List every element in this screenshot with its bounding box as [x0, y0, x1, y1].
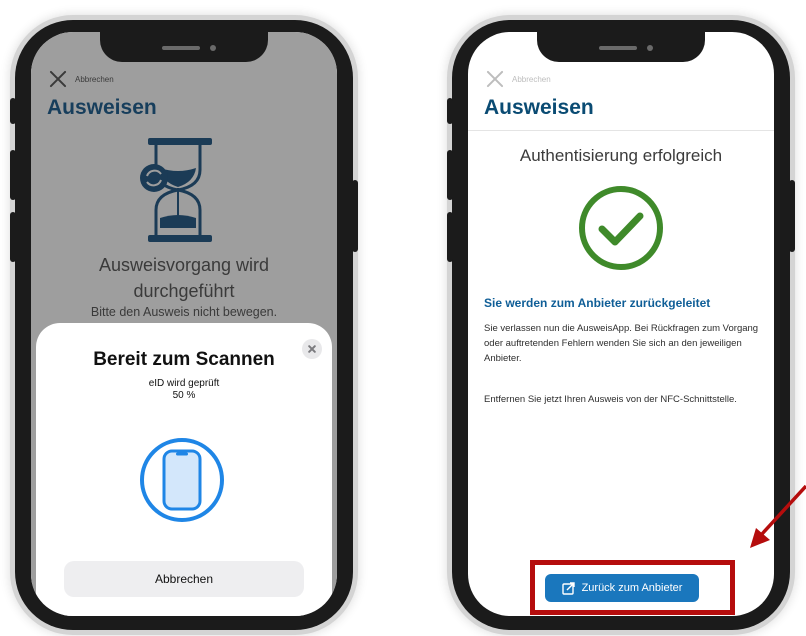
notch	[100, 32, 268, 62]
cancel-link[interactable]: Abbrechen	[484, 68, 551, 90]
phone-frame-left: Abbrechen Ausweisen Ausweisvorgang wird …	[10, 20, 358, 630]
redirect-heading: Sie werden zum Anbieter zurückgeleitet	[484, 296, 711, 310]
screen-success: Abbrechen Ausweisen Authentisierung erfo…	[468, 32, 774, 616]
success-check-icon	[579, 186, 663, 270]
sheet-status: eID wird geprüft	[148, 378, 220, 389]
nfc-paragraph: Entfernen Sie jetzt Ihren Ausweis von de…	[484, 394, 737, 405]
hourglass-icon	[140, 138, 212, 242]
cancel-link[interactable]: Abbrechen	[47, 68, 114, 90]
screen-scanning: Abbrechen Ausweisen Ausweisvorgang wird …	[31, 32, 337, 616]
notch	[537, 32, 705, 62]
volume-down-button	[447, 212, 453, 262]
mute-switch	[447, 98, 453, 124]
status-heading: Ausweisvorgang wird durchgeführt	[31, 252, 337, 304]
page-title: Ausweisen	[484, 96, 594, 119]
info-paragraph: Sie verlassen nun die AusweisApp. Bei Rü…	[484, 323, 759, 364]
volume-up-button	[10, 150, 16, 200]
volume-down-button	[10, 212, 16, 262]
page-title: Ausweisen	[47, 96, 157, 119]
mute-switch	[10, 98, 16, 124]
annotation-highlight-box	[530, 560, 735, 615]
close-icon	[47, 68, 69, 90]
phone-frame-right: Abbrechen Ausweisen Authentisierung erfo…	[447, 20, 795, 630]
scan-sheet: Bereit zum Scannen eID wird geprüft 50 %…	[36, 323, 332, 616]
cancel-label: Abbrechen	[75, 74, 114, 84]
sheet-progress: 50 %	[172, 390, 196, 401]
status-line-1: Ausweisvorgang wird	[98, 255, 270, 275]
header-divider	[468, 130, 774, 131]
phone-scan-icon	[140, 438, 224, 522]
sheet-cancel-button[interactable]: Abbrechen	[64, 561, 304, 597]
instruction-text: Bitte den Ausweis nicht bewegen.	[90, 305, 278, 319]
cancel-label: Abbrechen	[512, 74, 551, 84]
sheet-title: Bereit zum Scannen	[93, 349, 275, 370]
close-icon	[484, 68, 506, 90]
power-button	[352, 180, 358, 252]
volume-up-button	[447, 150, 453, 200]
success-heading: Authentisierung erfolgreich	[519, 146, 723, 165]
status-line-2: durchgeführt	[133, 281, 235, 301]
power-button	[789, 180, 795, 252]
